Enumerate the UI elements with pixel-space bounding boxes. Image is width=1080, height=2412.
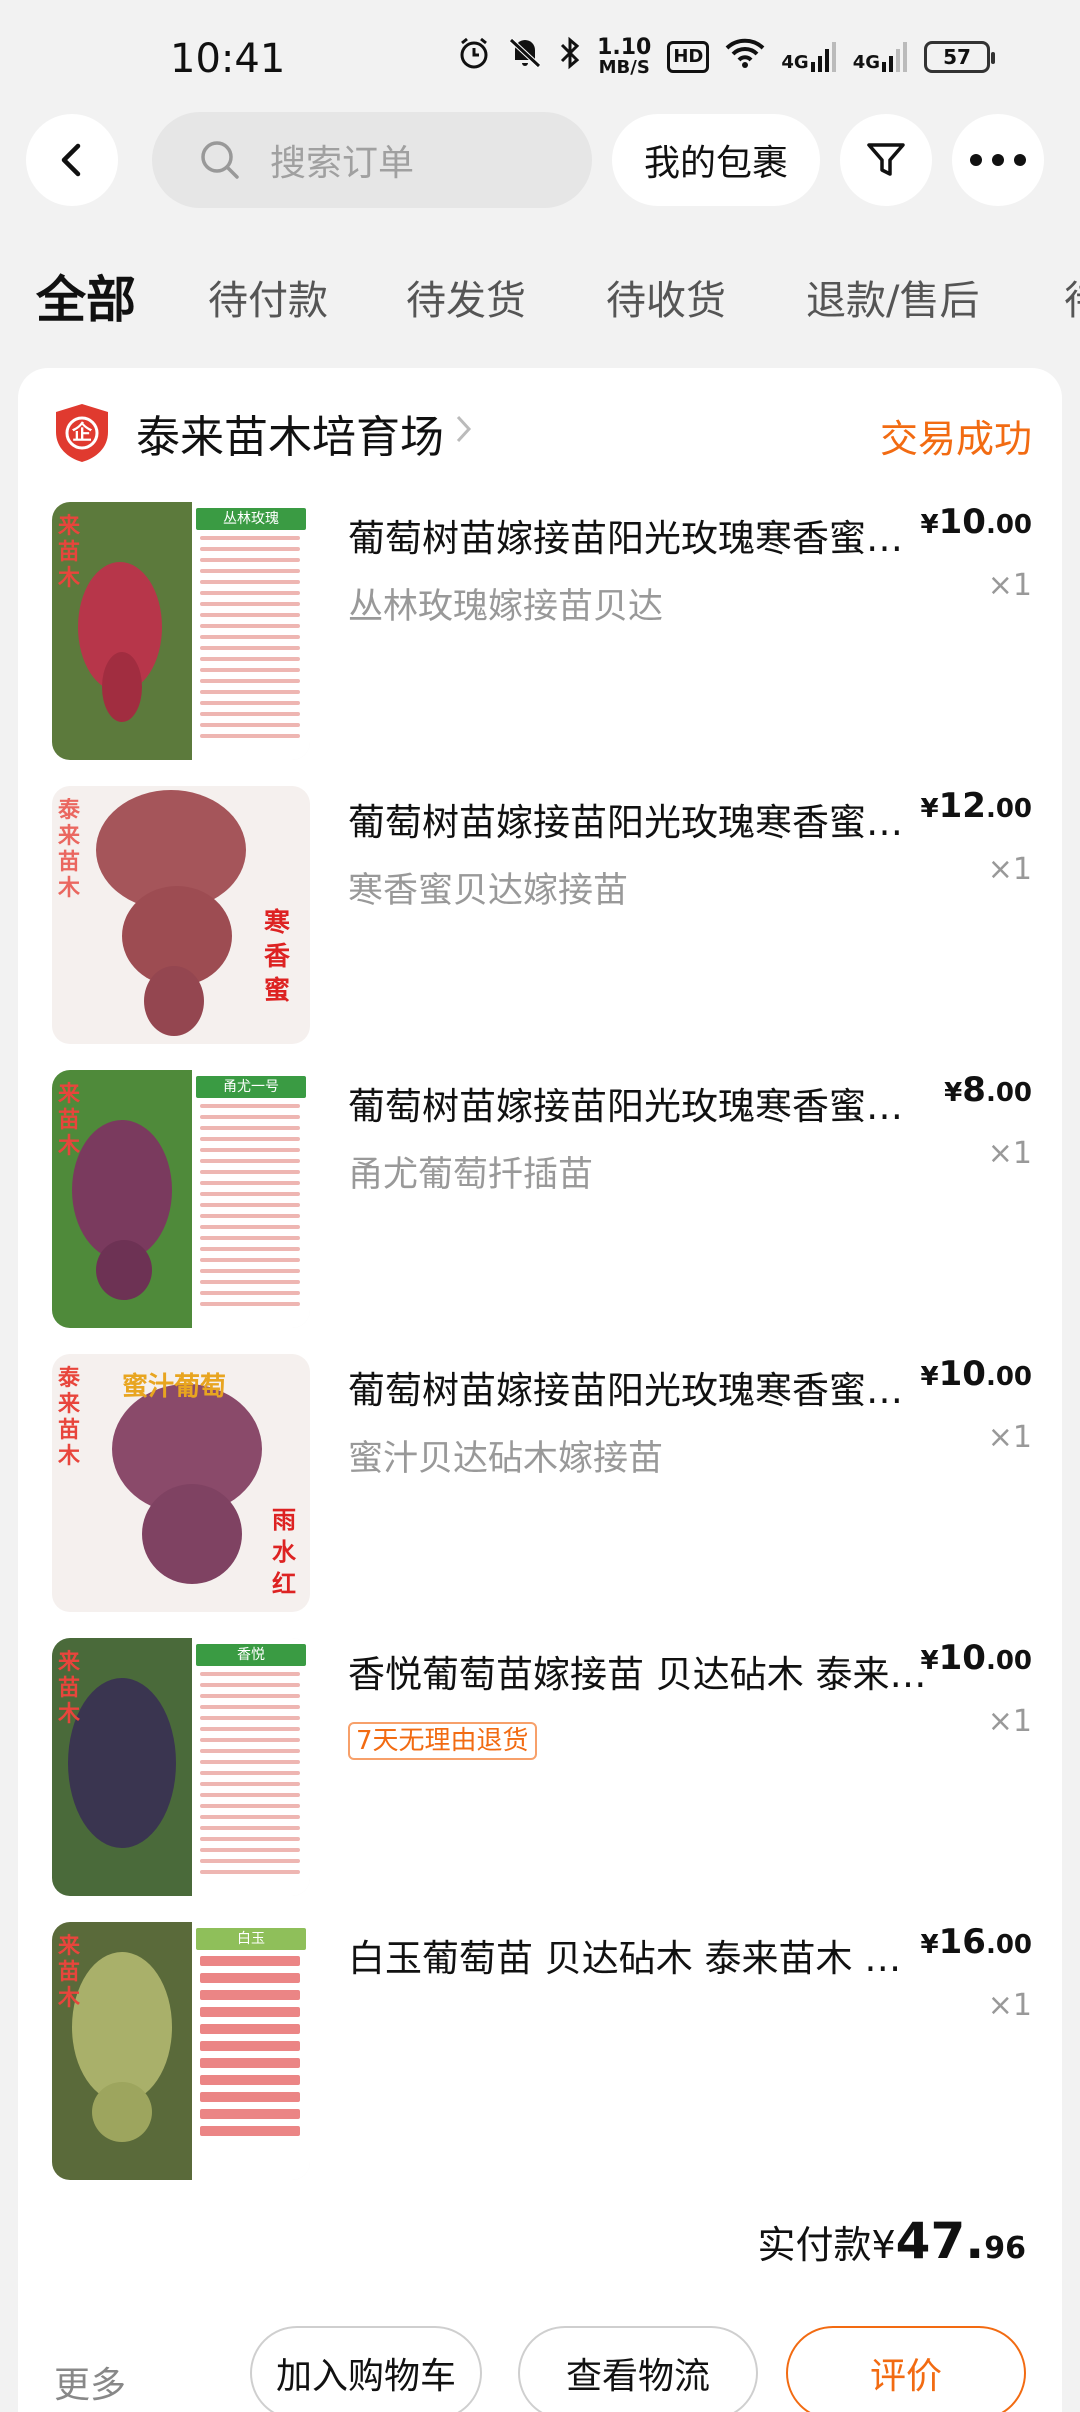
add-to-cart-button[interactable]: 加入购物车 xyxy=(250,2326,482,2412)
hd-voice-icon: HD xyxy=(667,41,710,73)
back-arrow-icon xyxy=(61,143,81,177)
product-thumbnail: 泰来苗木 蜜汁葡萄 雨水红 xyxy=(52,1354,310,1612)
more-dots-icon xyxy=(970,154,1026,166)
item-quantity: ×1 xyxy=(987,568,1032,603)
order-item[interactable]: 泰来苗木 蜜汁葡萄 雨水红 葡萄树苗嫁接苗阳光玫瑰寒香蜜贝达砧木 蜜汁贝达砧木嫁… xyxy=(52,1354,1032,1616)
battery-icon: 57 xyxy=(924,41,995,73)
signal-icon-2: 4G xyxy=(853,42,908,72)
status-time: 10:41 xyxy=(170,36,286,82)
order-item[interactable]: 来苗木 白玉 白玉葡萄苗 贝达砧木 泰来苗木 嫁接苗 ¥16.00 ×1 xyxy=(52,1922,1032,2184)
item-sku: 丛林玫瑰嫁接苗贝达 xyxy=(348,587,664,627)
order-item[interactable]: 来苗木 甬尤一号 葡萄树苗嫁接苗阳光玫瑰寒香蜜贝达砧木 甬尤葡萄扦插苗 ¥8.0… xyxy=(52,1070,1032,1332)
view-logistics-button[interactable]: 查看物流 xyxy=(518,2326,758,2412)
item-quantity: ×1 xyxy=(987,1704,1032,1739)
item-price: ¥10.00 xyxy=(920,1638,1032,1678)
tab-pending-payment[interactable]: 待付款 xyxy=(208,268,328,326)
item-sku: 寒香蜜贝达嫁接苗 xyxy=(348,871,629,911)
item-quantity: ×1 xyxy=(987,1136,1032,1171)
filter-icon xyxy=(867,143,905,176)
item-sku: 甬尤葡萄扦插苗 xyxy=(348,1155,594,1195)
product-thumbnail: 来苗木 白玉 xyxy=(52,1922,310,2180)
item-price: ¥12.00 xyxy=(920,786,1032,826)
bluetooth-icon xyxy=(559,36,581,78)
item-quantity: ×1 xyxy=(987,852,1032,887)
order-tabs: 全部 待付款 待发货 待收货 退款/售后 待 xyxy=(0,250,1080,340)
tab-pending-review[interactable]: 待 xyxy=(1064,268,1080,326)
item-price: ¥10.00 xyxy=(920,502,1032,542)
more-actions-link[interactable]: 更多 xyxy=(54,2356,126,2408)
order-item[interactable]: 来苗木 丛林玫瑰 葡萄树苗嫁接苗阳光玫瑰寒香蜜贝达砧木 丛林玫瑰嫁接苗贝达 ¥1… xyxy=(52,502,1032,764)
search-placeholder: 搜索订单 xyxy=(270,143,415,184)
item-price: ¥16.00 xyxy=(920,1922,1032,1962)
product-thumbnail: 泰来苗木 寒香蜜 xyxy=(52,786,310,1044)
item-title: 香悦葡萄苗嫁接苗 贝达砧木 泰来苗木 xyxy=(348,1653,938,1696)
order-actions: 更多 加入购物车 查看物流 评价 xyxy=(18,2326,1062,2412)
more-options-button[interactable] xyxy=(952,114,1044,206)
order-total: 实付款¥47.96 xyxy=(757,2212,1026,2270)
search-input[interactable]: 搜索订单 xyxy=(152,112,592,208)
product-thumbnail: 来苗木 丛林玫瑰 xyxy=(52,502,310,760)
shop-header[interactable]: 企 泰来苗木培育场 交易成功 xyxy=(54,398,1044,468)
back-button[interactable] xyxy=(26,114,118,206)
item-title: 葡萄树苗嫁接苗阳光玫瑰寒香蜜贝达砧木 xyxy=(348,1085,938,1128)
status-icons: 1.10 MB/S HD 4G 4G 57 xyxy=(457,35,995,78)
item-title: 白玉葡萄苗 贝达砧木 泰来苗木 嫁接苗 xyxy=(348,1937,938,1980)
item-quantity: ×1 xyxy=(987,1988,1032,2023)
chevron-right-icon xyxy=(454,411,474,456)
wifi-icon xyxy=(725,38,765,76)
return-policy-badge: 7天无理由退货 xyxy=(348,1722,537,1760)
signal-icon-1: 4G xyxy=(781,42,836,72)
alarm-icon xyxy=(457,36,491,78)
mute-icon xyxy=(507,36,543,78)
item-sku: 蜜汁贝达砧木嫁接苗 xyxy=(348,1439,664,1479)
network-speed: 1.10 MB/S xyxy=(597,35,652,78)
shop-name[interactable]: 泰来苗木培育场 xyxy=(136,401,444,465)
tab-all[interactable]: 全部 xyxy=(36,260,136,332)
tab-refund-aftersale[interactable]: 退款/售后 xyxy=(806,268,979,326)
item-quantity: ×1 xyxy=(987,1420,1032,1455)
item-title: 葡萄树苗嫁接苗阳光玫瑰寒香蜜贝达砧木 xyxy=(348,1369,938,1412)
status-bar: 10:41 1.10 MB/S HD 4G 4G 57 xyxy=(0,0,1080,110)
order-item[interactable]: 泰来苗木 寒香蜜 葡萄树苗嫁接苗阳光玫瑰寒香蜜贝达砧木 寒香蜜贝达嫁接苗 ¥12… xyxy=(52,786,1032,1048)
item-price: ¥10.00 xyxy=(920,1354,1032,1394)
filter-button[interactable] xyxy=(840,114,932,206)
order-item[interactable]: 来苗木 香悦 香悦葡萄苗嫁接苗 贝达砧木 泰来苗木 7天无理由退货 ¥10.00… xyxy=(52,1638,1032,1900)
tab-pending-receipt[interactable]: 待收货 xyxy=(606,268,726,326)
item-price: ¥8.00 xyxy=(944,1070,1032,1110)
item-title: 葡萄树苗嫁接苗阳光玫瑰寒香蜜贝达砧木 xyxy=(348,517,938,560)
order-card[interactable]: 企 泰来苗木培育场 交易成功 来苗木 丛林玫瑰 葡萄树苗嫁接苗阳光玫瑰寒香蜜贝达… xyxy=(18,368,1062,2412)
order-status: 交易成功 xyxy=(879,417,1032,461)
my-packages-button[interactable]: 我的包裹 xyxy=(612,114,820,206)
item-title: 葡萄树苗嫁接苗阳光玫瑰寒香蜜贝达砧木 xyxy=(348,801,938,844)
product-thumbnail: 来苗木 香悦 xyxy=(52,1638,310,1896)
top-bar: 搜索订单 我的包裹 xyxy=(0,110,1080,210)
search-icon xyxy=(201,141,239,179)
tab-pending-shipment[interactable]: 待发货 xyxy=(406,268,526,326)
review-button[interactable]: 评价 xyxy=(786,2326,1026,2412)
product-thumbnail: 来苗木 甬尤一号 xyxy=(52,1070,310,1328)
shop-badge-icon: 企 xyxy=(54,402,110,464)
